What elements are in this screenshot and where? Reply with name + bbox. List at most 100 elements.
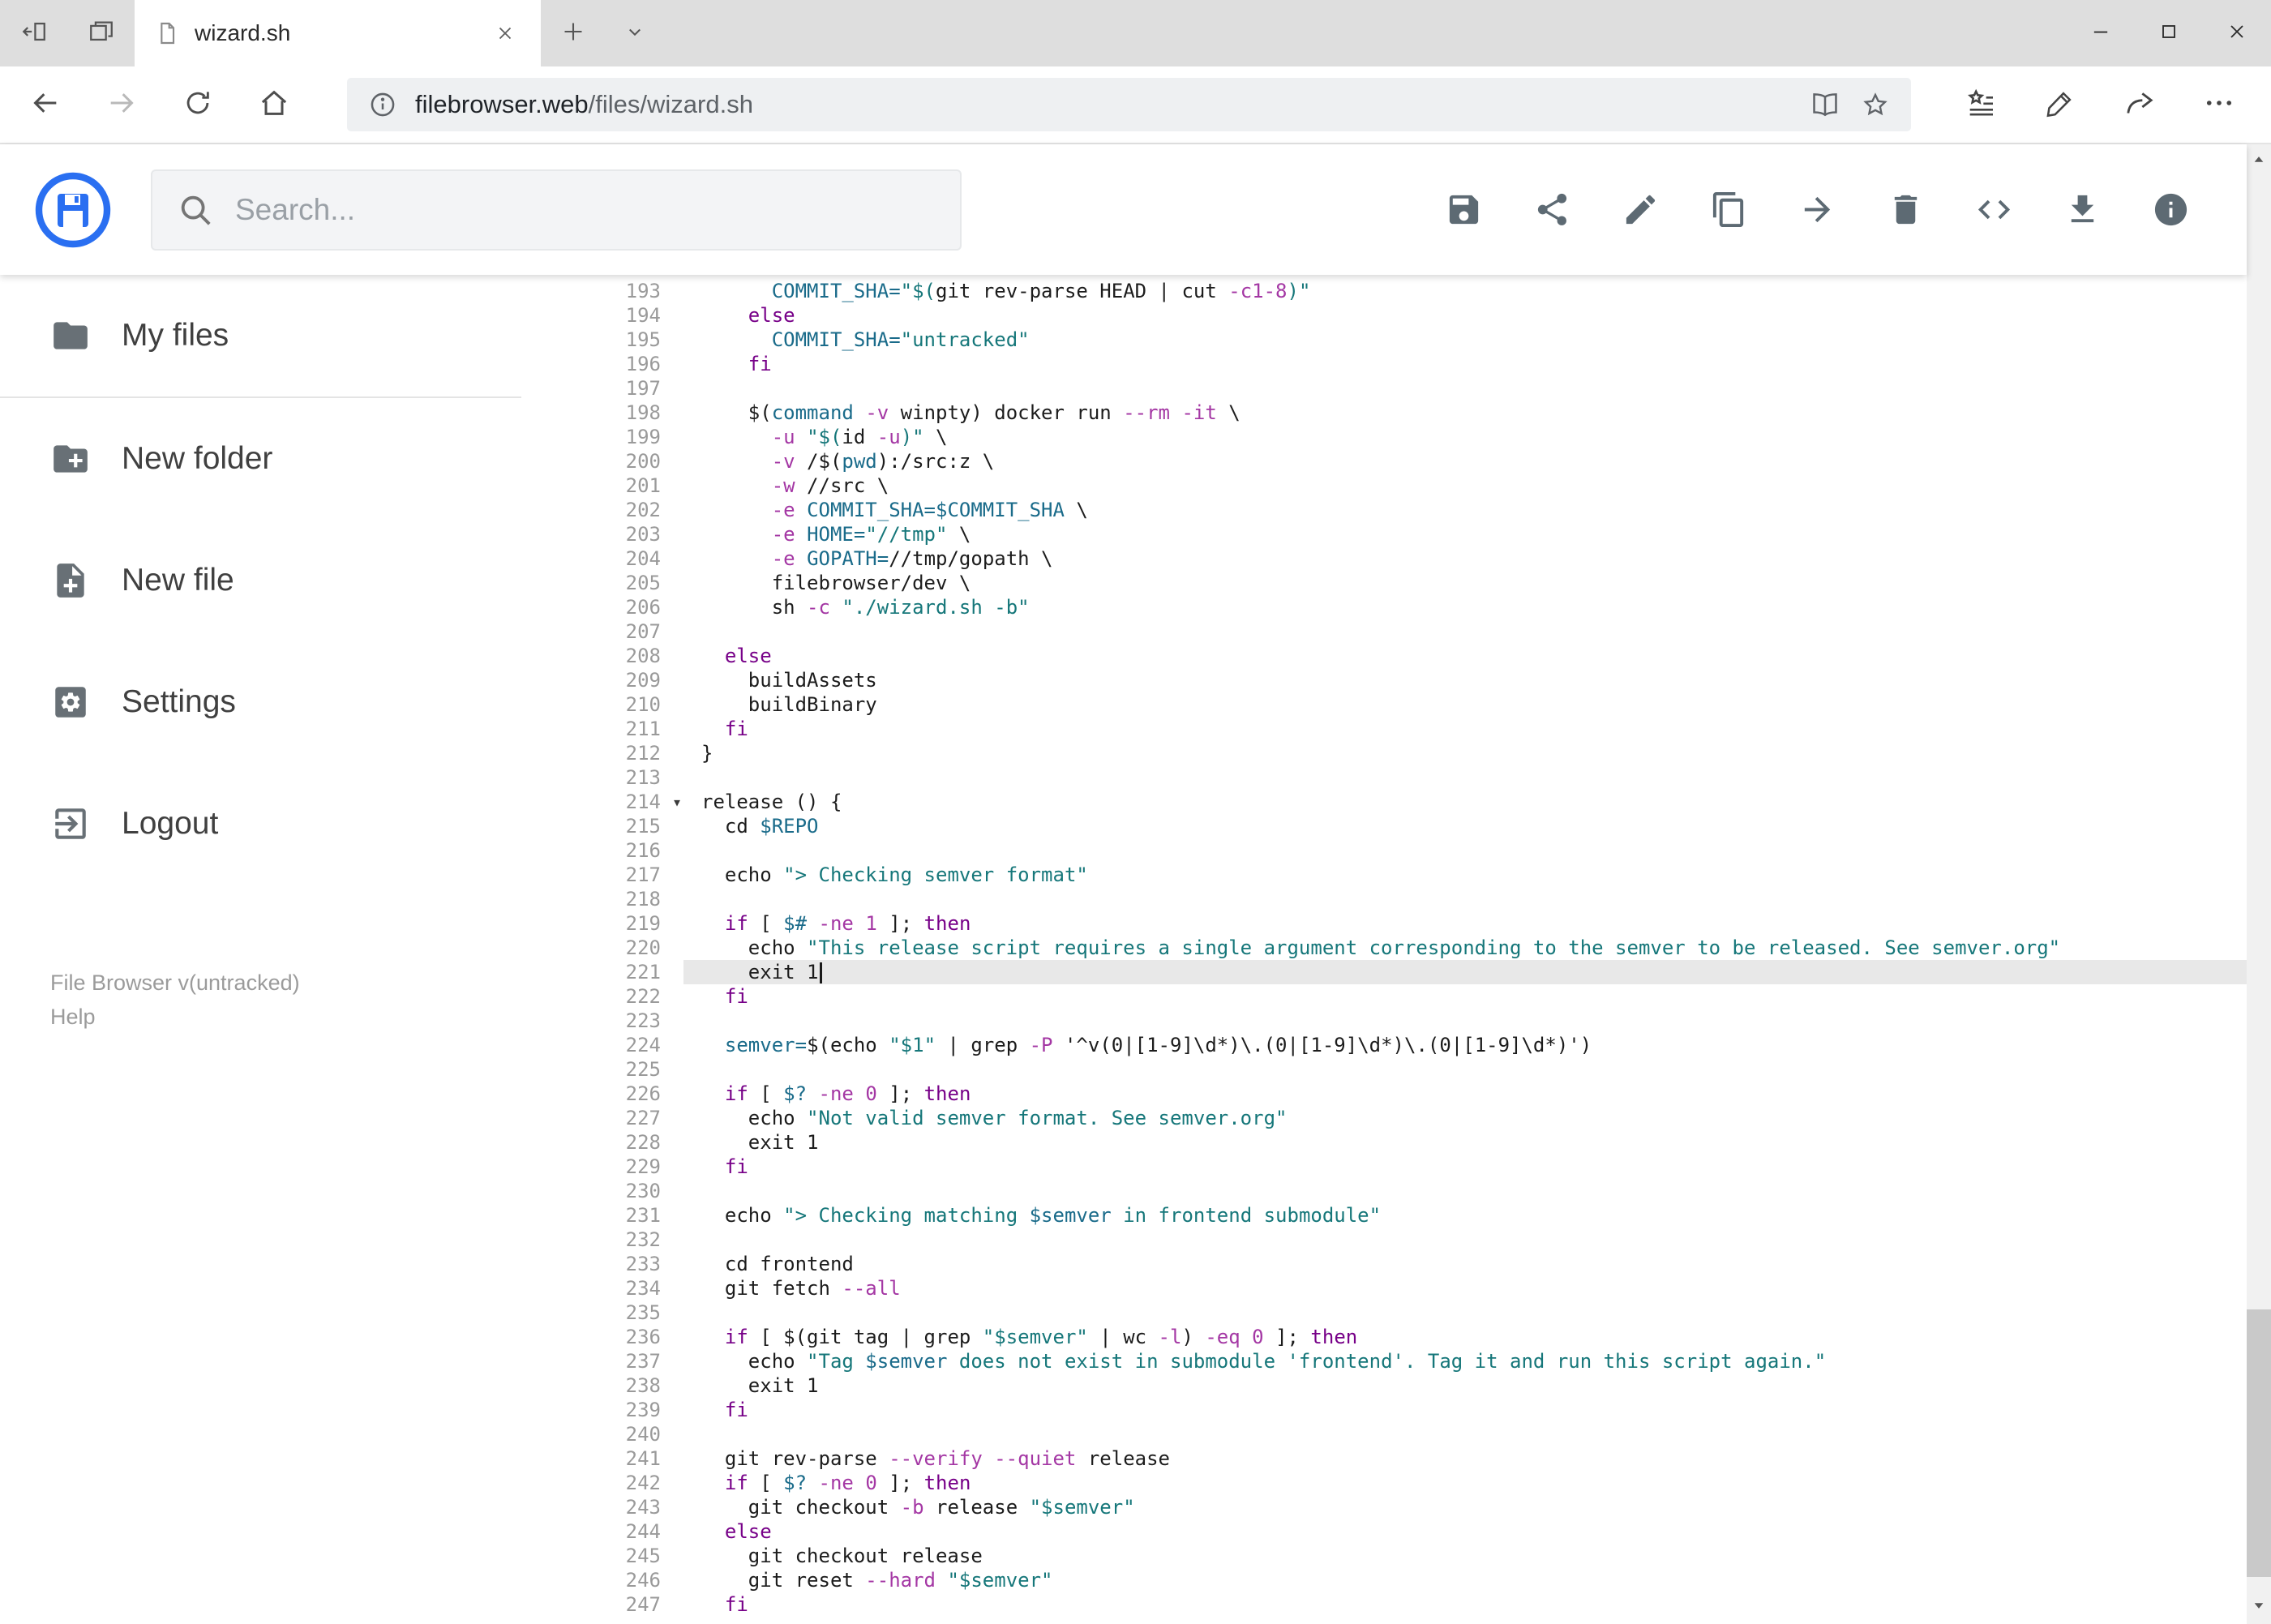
copy-button[interactable] bbox=[1710, 191, 1748, 229]
sidebar-item-new-folder[interactable]: New folder bbox=[0, 398, 521, 520]
code-line[interactable]: 232 bbox=[521, 1228, 2247, 1252]
save-button[interactable] bbox=[1445, 191, 1483, 229]
share-button[interactable] bbox=[1533, 191, 1571, 229]
code-line[interactable]: 220 echo "This release script requires a… bbox=[521, 936, 2247, 960]
code-line[interactable]: 247 fi bbox=[521, 1592, 2247, 1617]
new-tab-button[interactable] bbox=[541, 0, 606, 66]
scroll-up-button[interactable] bbox=[2247, 144, 2271, 178]
line-number[interactable]: 229 bbox=[521, 1155, 683, 1179]
code-line[interactable]: 214 ▾ release () { bbox=[521, 790, 2247, 814]
line-number[interactable]: 204 bbox=[521, 546, 683, 571]
line-number[interactable]: 194 bbox=[521, 303, 683, 328]
line-number[interactable]: 208 bbox=[521, 644, 683, 668]
line-number[interactable]: 220 bbox=[521, 936, 683, 960]
refresh-button[interactable] bbox=[172, 79, 224, 131]
line-number[interactable]: 247 bbox=[521, 1592, 683, 1617]
scroll-down-button[interactable] bbox=[2247, 1590, 2271, 1624]
code-line[interactable]: 194 else bbox=[521, 303, 2247, 328]
sidebar-item-my-files[interactable]: My files bbox=[0, 275, 521, 396]
line-number[interactable]: 223 bbox=[521, 1009, 683, 1033]
line-number[interactable]: 198 bbox=[521, 401, 683, 425]
favorite-star-icon[interactable] bbox=[1858, 87, 1893, 122]
line-number[interactable]: 197 bbox=[521, 376, 683, 401]
settings-more-button[interactable] bbox=[2187, 79, 2252, 131]
line-number[interactable]: 193 bbox=[521, 279, 683, 303]
code-line[interactable]: 201 -w //src \ bbox=[521, 473, 2247, 498]
code-line[interactable]: 215 cd $REPO bbox=[521, 814, 2247, 838]
code-line[interactable]: 224 semver=$(echo "$1" | grep -P '^v(0|[… bbox=[521, 1033, 2247, 1057]
line-number[interactable]: 218 bbox=[521, 887, 683, 911]
forward-button[interactable] bbox=[96, 79, 148, 131]
code-line[interactable]: 235 bbox=[521, 1300, 2247, 1325]
line-number[interactable]: 207 bbox=[521, 619, 683, 644]
code-line[interactable]: 223 bbox=[521, 1009, 2247, 1033]
line-number[interactable]: 213 bbox=[521, 765, 683, 790]
line-number[interactable]: 219 bbox=[521, 911, 683, 936]
line-number[interactable]: 202 bbox=[521, 498, 683, 522]
code-editor[interactable]: 193 COMMIT_SHA="$(git rev-parse HEAD | c… bbox=[521, 275, 2247, 1624]
line-number[interactable]: 199 bbox=[521, 425, 683, 449]
minimize-button[interactable] bbox=[2067, 0, 2135, 66]
code-line[interactable]: 243 git checkout -b release "$semver" bbox=[521, 1495, 2247, 1519]
code-line[interactable]: 217 echo "> Checking semver format" bbox=[521, 863, 2247, 887]
edit-button[interactable] bbox=[1622, 191, 1660, 229]
delete-button[interactable] bbox=[1887, 191, 1925, 229]
code-line[interactable]: 230 bbox=[521, 1179, 2247, 1203]
code-line[interactable]: 216 bbox=[521, 838, 2247, 863]
line-number[interactable]: 201 bbox=[521, 473, 683, 498]
code-line[interactable]: 205 filebrowser/dev \ bbox=[521, 571, 2247, 595]
code-line[interactable]: 229 fi bbox=[521, 1155, 2247, 1179]
line-number[interactable]: 241 bbox=[521, 1446, 683, 1471]
line-number[interactable]: 245 bbox=[521, 1544, 683, 1568]
line-number[interactable]: 222 bbox=[521, 984, 683, 1009]
info-button[interactable] bbox=[2152, 191, 2190, 229]
close-button[interactable] bbox=[2203, 0, 2271, 66]
line-number[interactable]: 243 bbox=[521, 1495, 683, 1519]
line-number[interactable]: 233 bbox=[521, 1252, 683, 1276]
code-line[interactable]: 210 buildBinary bbox=[521, 692, 2247, 717]
line-number[interactable]: 212 bbox=[521, 741, 683, 765]
tab-wizard-sh[interactable]: wizard.sh bbox=[135, 0, 541, 66]
code-line[interactable]: 245 git checkout release bbox=[521, 1544, 2247, 1568]
code-line[interactable]: 213 bbox=[521, 765, 2247, 790]
code-line[interactable]: 244 else bbox=[521, 1519, 2247, 1544]
code-line[interactable]: 246 git reset --hard "$semver" bbox=[521, 1568, 2247, 1592]
download-button[interactable] bbox=[2063, 191, 2102, 229]
vertical-scrollbar[interactable] bbox=[2247, 144, 2271, 1624]
code-line[interactable]: 202 -e COMMIT_SHA=$COMMIT_SHA \ bbox=[521, 498, 2247, 522]
reading-view-icon[interactable] bbox=[1807, 87, 1843, 122]
scrollbar-track[interactable] bbox=[2247, 178, 2271, 1590]
line-number[interactable]: 217 bbox=[521, 863, 683, 887]
line-number[interactable]: 239 bbox=[521, 1398, 683, 1422]
code-line[interactable]: 227 echo "Not valid semver format. See s… bbox=[521, 1106, 2247, 1130]
tab-close-icon[interactable] bbox=[489, 17, 521, 49]
hub-favorites-button[interactable] bbox=[1948, 79, 2013, 131]
address-bar[interactable]: filebrowser.web/files/wizard.sh bbox=[347, 78, 1911, 131]
sidebar-item-new-file[interactable]: New file bbox=[0, 520, 521, 641]
code-line[interactable]: 226 if [ $? -ne 0 ]; then bbox=[521, 1082, 2247, 1106]
line-number[interactable]: 227 bbox=[521, 1106, 683, 1130]
line-number[interactable]: 206 bbox=[521, 595, 683, 619]
fold-marker-icon[interactable]: ▾ bbox=[672, 790, 682, 814]
search-input[interactable] bbox=[234, 191, 936, 228]
line-number[interactable]: 244 bbox=[521, 1519, 683, 1544]
line-number[interactable]: 242 bbox=[521, 1471, 683, 1495]
home-button[interactable] bbox=[248, 79, 300, 131]
url-text[interactable]: filebrowser.web/files/wizard.sh bbox=[415, 90, 1793, 119]
line-number[interactable]: 196 bbox=[521, 352, 683, 376]
back-button[interactable] bbox=[19, 79, 71, 131]
code-line[interactable]: 204 -e GOPATH=//tmp/gopath \ bbox=[521, 546, 2247, 571]
code-line[interactable]: 196 fi bbox=[521, 352, 2247, 376]
code-line[interactable]: 206 sh -c "./wizard.sh -b" bbox=[521, 595, 2247, 619]
line-number[interactable]: 209 bbox=[521, 668, 683, 692]
code-line[interactable]: 193 COMMIT_SHA="$(git rev-parse HEAD | c… bbox=[521, 279, 2247, 303]
code-line[interactable]: 199 -u "$(id -u)" \ bbox=[521, 425, 2247, 449]
line-number[interactable]: 230 bbox=[521, 1179, 683, 1203]
code-line[interactable]: 238 exit 1 bbox=[521, 1373, 2247, 1398]
code-line[interactable]: 237 echo "Tag $semver does not exist in … bbox=[521, 1349, 2247, 1373]
line-number[interactable]: 221 bbox=[521, 960, 683, 984]
line-number[interactable]: 203 bbox=[521, 522, 683, 546]
code-line[interactable]: 228 exit 1 bbox=[521, 1130, 2247, 1155]
code-line[interactable]: 239 fi bbox=[521, 1398, 2247, 1422]
line-number[interactable]: 214 ▾ bbox=[521, 790, 683, 814]
